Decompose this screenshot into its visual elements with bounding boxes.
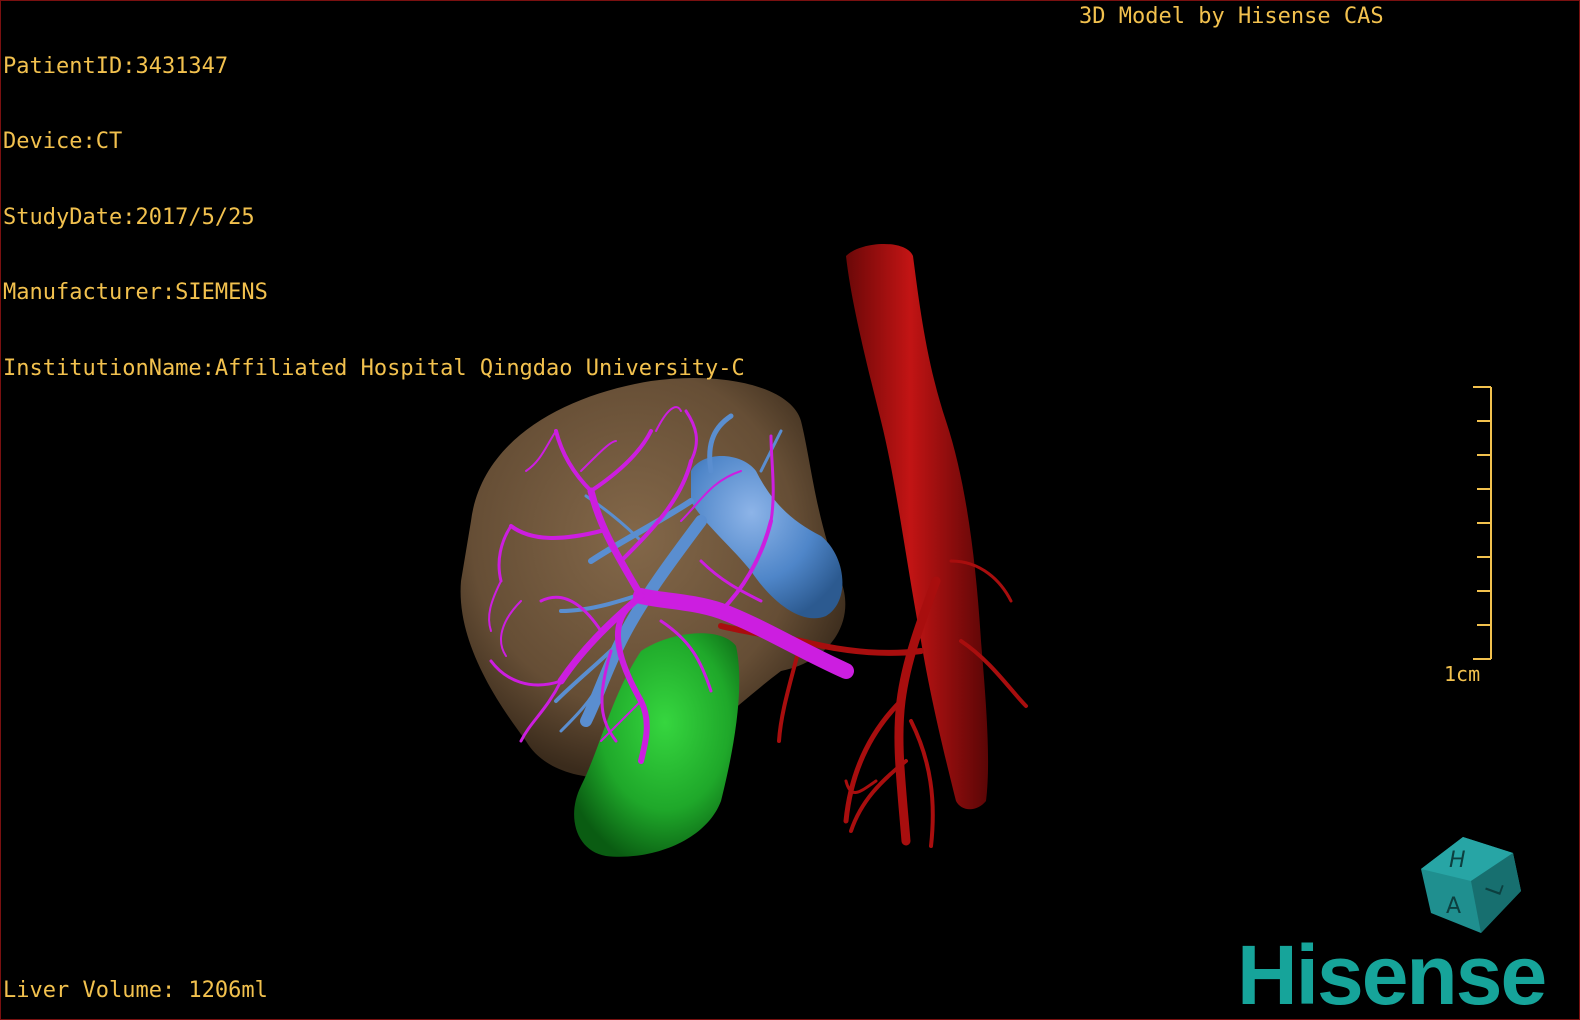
3d-viewport[interactable]: H A L PatientID:3431347 Device:CT StudyD… bbox=[0, 0, 1580, 1020]
liver-volume-text: Liver Volume: 1206ml bbox=[3, 978, 268, 1003]
hisense-logo: Hisense bbox=[1237, 928, 1547, 1020]
orientation-cube-icon[interactable]: H A L bbox=[1421, 837, 1521, 933]
model-credit-text: 3D Model by Hisense CAS bbox=[1079, 4, 1384, 29]
patient-id-text: PatientID:3431347 bbox=[3, 54, 229, 79]
cube-face-a: A bbox=[1446, 894, 1461, 919]
institution-text: InstitutionName:Affiliated Hospital Qing… bbox=[3, 355, 745, 381]
study-info-overlay: PatientID:3431347 Device:CT StudyDate:20… bbox=[3, 4, 745, 431]
scale-bar bbox=[1473, 386, 1492, 660]
aorta-mesh bbox=[846, 243, 989, 810]
cube-face-h: H bbox=[1449, 848, 1466, 873]
device-text: Device:CT bbox=[3, 129, 123, 155]
study-date-text: StudyDate:2017/5/25 bbox=[3, 204, 255, 230]
manufacturer-text: Manufacturer:SIEMENS bbox=[3, 280, 268, 306]
scale-bar-label: 1cm bbox=[1444, 662, 1481, 686]
